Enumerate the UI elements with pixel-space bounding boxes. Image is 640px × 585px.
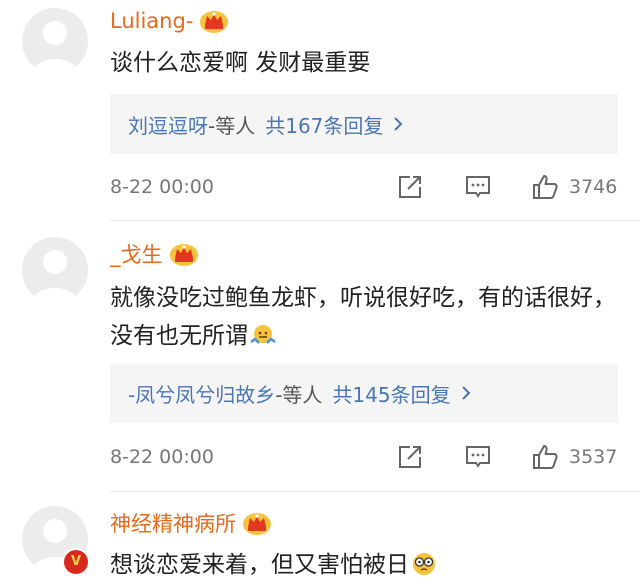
comment-text: 谈什么恋爱啊 发财最重要 xyxy=(110,44,620,82)
comment-text: 就像没吃过鲍鱼龙虾，听说很好吃，有的话很好，没有也无所谓 xyxy=(110,279,620,355)
thumbs-up-icon xyxy=(533,445,558,469)
username[interactable]: _戈生 xyxy=(110,239,163,269)
comment-text-content: 谈什么恋爱啊 发财最重要 xyxy=(110,50,371,76)
like-count: 3537 xyxy=(569,446,618,468)
reply-names: -凤兮凤兮归故乡 xyxy=(128,382,276,407)
reply-count: 共167条回复 xyxy=(265,113,384,138)
comment-2: _戈生 就像没吃过鲍鱼龙虾，听说很好吃，有的话很好，没有也无所谓 -凤兮凤兮归故… xyxy=(0,221,640,491)
thumbs-up-icon xyxy=(533,175,558,199)
crown-icon xyxy=(243,513,271,535)
crown-icon xyxy=(169,244,198,266)
comment-button[interactable] xyxy=(464,169,492,205)
avatar[interactable] xyxy=(22,237,88,303)
share-button[interactable] xyxy=(396,169,424,205)
share-icon xyxy=(399,176,421,198)
chevron-right-icon xyxy=(394,117,403,131)
reply-names: 刘逗逗呀 xyxy=(128,113,208,138)
glasses-emoji-icon xyxy=(413,553,435,575)
verified-badge: V xyxy=(62,548,90,576)
like-button[interactable]: 3746 xyxy=(531,169,617,205)
username[interactable]: Luliang- xyxy=(110,9,193,33)
avatar-placeholder-icon xyxy=(32,250,78,303)
timestamp: 8-22 00:00 xyxy=(110,176,214,198)
avatar-placeholder-icon xyxy=(32,21,78,74)
comment-3: V 神经精神病所 想谈恋爱来着，但又害怕被日 xyxy=(0,492,640,585)
like-count: 3746 xyxy=(569,176,618,198)
chevron-right-icon xyxy=(461,386,471,400)
reply-suffix: -等人 xyxy=(208,113,256,138)
avatar[interactable] xyxy=(22,8,88,74)
comment-text-content: 想谈恋爱来着，但又害怕被日 xyxy=(110,552,409,578)
reply-count: 共145条回复 xyxy=(332,382,451,407)
timestamp: 8-22 00:00 xyxy=(110,446,214,468)
username[interactable]: 神经精神病所 xyxy=(110,508,236,538)
comment-text: 想谈恋爱来着，但又害怕被日 xyxy=(110,546,620,584)
replies-link[interactable]: 刘逗逗呀 -等人 共167条回复 xyxy=(110,94,618,154)
comment-1: Luliang- 谈什么恋爱啊 发财最重要 刘逗逗呀 -等人 共167条回复 8… xyxy=(0,0,640,220)
comment-header: _戈生 xyxy=(110,237,199,271)
comment-button[interactable] xyxy=(464,439,492,475)
comment-icon xyxy=(466,446,490,468)
comment-header: 神经精神病所 xyxy=(110,506,272,540)
replies-link[interactable]: -凤兮凤兮归故乡 -等人 共145条回复 xyxy=(110,363,618,423)
crown-icon xyxy=(200,11,229,33)
share-icon xyxy=(399,446,421,468)
comment-header: Luliang- xyxy=(110,4,229,38)
comment-text-content: 就像没吃过鲍鱼龙虾，听说很好吃，有的话很好，没有也无所谓 xyxy=(110,285,616,349)
reply-suffix: -等人 xyxy=(275,382,323,407)
comment-icon xyxy=(466,176,490,198)
like-button[interactable]: 3537 xyxy=(531,439,617,475)
shrug-emoji-icon xyxy=(250,325,276,344)
comment-footer: 8-22 00:00 3537 xyxy=(110,439,620,475)
comment-footer: 8-22 00:00 3746 xyxy=(110,169,620,205)
share-button[interactable] xyxy=(396,439,424,475)
